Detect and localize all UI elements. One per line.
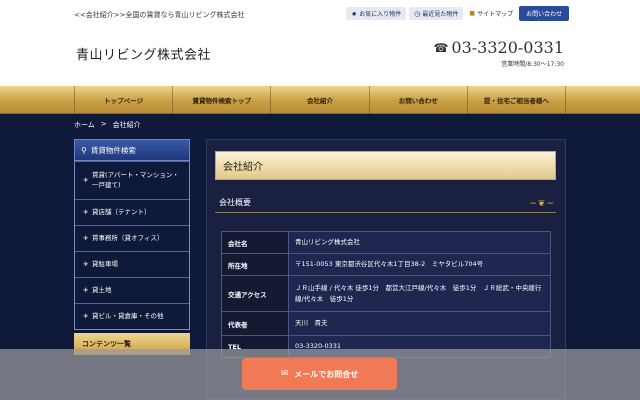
sidebar-search-heading: ⚲ 賃貸物件検索 [74,139,190,161]
row-label: 交通アクセス [221,275,289,312]
nav-item-search-top[interactable]: 賃貸物件検索トップ [172,86,270,114]
recent-viewed-button[interactable]: ◷ 最近見た物件 [409,7,464,20]
business-hours: 営業時間/8:30〜17:30 [501,61,564,68]
top-utility-links: ★ お気に入り物件 ◷ 最近見た物件 ■ サイトマップ お問い合わせ [346,6,570,21]
sitemap-label: サイトマップ [477,11,514,18]
table-row: 交通アクセス ＪＲ山手線 / 代々木 徒歩1分 都営大江戸線/代々木 徒歩1分 … [221,275,551,312]
plus-bullet-icon: ✚ [83,261,89,268]
favorites-label: お気に入り物件 [359,11,402,18]
page-title: 会社紹介 [215,151,556,180]
sidebar-list: ✚ 賃貸(アパート・マンション・一戸建て) ✚ 貸店舗（テナント） ✚ 賃事務所… [74,161,190,330]
sidebar-item-residential[interactable]: ✚ 賃貸(アパート・マンション・一戸建て) [75,161,189,199]
sitemap-link[interactable]: ■ サイトマップ [466,9,516,18]
plus-bullet-icon: ✚ [83,235,89,242]
phone-text: 03-3320-0331 [451,38,564,57]
section-divider [215,212,556,213]
nav-item-top[interactable]: トップページ [74,86,172,114]
site-tagline: <<会社紹介>>全国の賃貸なら青山リビング株式会社 [74,11,245,19]
sidebar-item-parking[interactable]: ✚ 貸駐車場 [75,251,189,277]
breadcrumb-separator: > [100,120,107,128]
sidebar-item-label: 貸土地 [92,285,112,294]
plus-bullet-icon: ✚ [83,177,89,184]
recent-label: 最近見た物件 [422,11,459,18]
sidebar-item-office[interactable]: ✚ 賃事務所（貸オフィス） [75,225,189,251]
phone-number: ☎ 03-3320-0331 [433,38,564,57]
section-heading: 会社概要 [219,198,251,207]
favorites-button[interactable]: ★ お気に入り物件 [346,7,407,20]
row-value: 青山リビング株式会社 [288,231,551,254]
breadcrumb-home[interactable]: ホーム [74,120,95,130]
sidebar-title: 賃貸物件検索 [90,145,136,155]
company-info-table: 会社名 青山リビング株式会社 所在地 〒151-0053 東京都渋谷区代々木1丁… [221,231,551,358]
row-label: 代表者 [221,311,289,336]
star-icon: ★ [351,9,358,18]
clock-icon: ◷ [414,9,421,18]
table-row: 代表者 天川 貴夫 [221,311,551,336]
sidebar-item-land[interactable]: ✚ 貸土地 [75,277,189,303]
ornament-icon: ~❦~ [529,199,555,209]
plus-bullet-icon: ✚ [83,313,89,320]
row-value: 天川 貴夫 [288,311,551,336]
phone-icon: ☎ [433,40,449,55]
mail-button-label: メールでお問合せ [294,369,359,379]
header: <<会社紹介>>全国の賃貸なら青山リビング株式会社 ★ お気に入り物件 ◷ 最近… [0,0,640,86]
breadcrumb-current: 会社紹介 [112,121,141,129]
table-row: 所在地 〒151-0053 東京都渋谷区代々木1丁目38-2 ミヤタビル704号 [221,253,551,276]
row-value: ＪＲ山手線 / 代々木 徒歩1分 都営大江戸線/代々木 徒歩1分 ＪＲ総武・中央… [288,275,551,312]
row-label: 会社名 [221,231,289,254]
sidebar-item-label: 賃貸(アパート・マンション・一戸建て) [92,170,179,189]
nav-item-owners[interactable]: 提・住宅ご相当者様へ [466,86,567,114]
global-nav: トップページ 賃貸物件検索トップ 会社紹介 お問い合わせ 提・住宅ご相当者様へ [0,86,640,114]
plus-bullet-icon: ✚ [83,287,89,294]
nav-item-company[interactable]: 会社紹介 [270,86,368,114]
sidebar-item-building[interactable]: ✚ 貸ビル・貸倉庫・その他 [75,303,189,329]
sidebar: ⚲ 賃貸物件検索 ✚ 賃貸(アパート・マンション・一戸建て) ✚ 貸店舗（テナン… [74,139,190,355]
envelope-icon: ✉ [280,369,289,379]
nav-item-contact[interactable]: お問い合わせ [368,86,467,114]
header-contact-button[interactable]: お問い合わせ [519,6,570,21]
sidebar-item-label: 貸駐車場 [92,259,119,268]
row-value: 〒151-0053 東京都渋谷区代々木1丁目38-2 ミヤタビル704号 [288,253,551,276]
search-icon: ⚲ [81,145,87,155]
table-row: 会社名 青山リビング株式会社 [221,231,551,254]
row-label: 所在地 [221,253,289,276]
mail-contact-button[interactable]: ✉ メールでお問合せ [242,358,397,390]
plus-bullet-icon: ✚ [83,209,89,216]
sidebar-item-label: 貸ビル・貸倉庫・その他 [92,311,164,320]
sidebar-item-label: 賃事務所（貸オフィス） [92,233,164,242]
sidebar-item-store[interactable]: ✚ 貸店舗（テナント） [75,199,189,225]
site-logo[interactable]: 青山リビング株式会社 [76,44,211,63]
breadcrumb: ホーム > 会社紹介 [74,120,141,130]
square-bullet-icon: ■ [469,10,476,17]
sidebar-item-label: 貸店舗（テナント） [92,207,151,216]
